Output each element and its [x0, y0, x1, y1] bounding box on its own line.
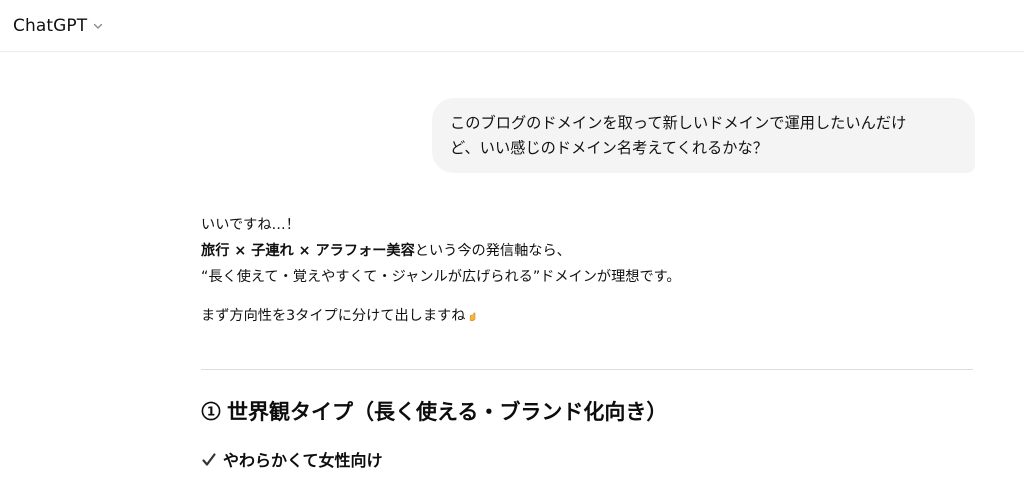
top-bar: ChatGPT [0, 0, 1024, 52]
model-name: ChatGPT [13, 16, 88, 36]
user-message-line: このブログのドメインを取って新しいドメインで運用したいんだけ [450, 114, 907, 132]
check-mark-icon [201, 451, 217, 467]
assistant-text: まず方向性を3タイプに分けて出しますね [201, 308, 466, 324]
section-divider [201, 369, 973, 370]
chat-page: ChatGPT このブログのドメインを取って新しいドメインで運用したいんだけ ど… [0, 0, 1024, 477]
assistant-text-line: まず方向性を3タイプに分けて出しますね [201, 303, 973, 329]
assistant-message: いいですね…！ 旅行 × 子連れ × アラフォー美容という今の発信軸なら、 “長… [201, 212, 973, 329]
section-heading-text: 世界観タイプ（長く使える・ブランド化向き） [227, 400, 668, 424]
assistant-text-line: “長く使えて・覚えやすくて・ジャンルが広げられる”ドメインが理想です。 [201, 269, 681, 285]
model-switcher-button[interactable]: ChatGPT [13, 14, 104, 38]
assistant-text: という今の発信軸なら、 [414, 243, 571, 259]
user-message-line: ど、いい感じのドメイン名考えてくれるかな？ [450, 139, 769, 157]
check-item: やわらかくて女性向け [201, 449, 383, 473]
section-heading: 1 世界観タイプ（長く使える・ブランド化向き） [201, 396, 667, 428]
assistant-text-line: いいですね…！ [201, 217, 300, 233]
circled-number-one-icon: 1 [201, 398, 221, 421]
assistant-text-line: 旅行 × 子連れ × アラフォー美容という今の発信軸なら、 [201, 238, 973, 264]
svg-text:1: 1 [207, 405, 215, 419]
assistant-bold-text: 旅行 × 子連れ × アラフォー美容 [201, 243, 415, 259]
check-item-text: やわらかくて女性向け [223, 451, 383, 470]
chevron-down-icon [92, 20, 104, 32]
user-message-bubble: このブログのドメインを取って新しいドメインで運用したいんだけ ど、いい感じのドメ… [432, 98, 975, 173]
pointing-down-hand-icon [466, 306, 480, 322]
